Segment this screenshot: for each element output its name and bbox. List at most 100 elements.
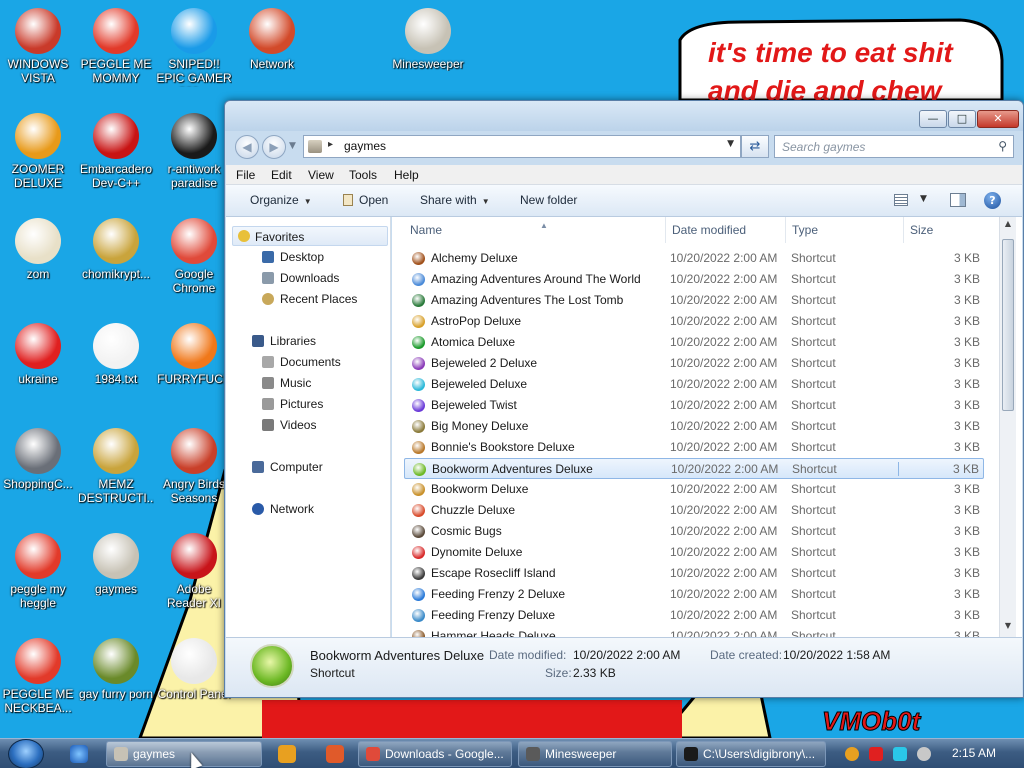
nav-music[interactable]: Music: [262, 373, 311, 393]
menu-view[interactable]: View: [308, 168, 334, 182]
desktop-icon-14[interactable]: ShoppingC...: [0, 428, 76, 491]
scrollbar-thumb[interactable]: [1002, 239, 1014, 411]
file-row[interactable]: Amazing Adventures The Lost Tomb 10/20/20…: [404, 290, 984, 311]
breadcrumb-gaymes[interactable]: gaymes: [344, 139, 386, 153]
nav-downloads[interactable]: Downloads: [262, 268, 339, 288]
vertical-scrollbar[interactable]: ▲ ▼: [999, 217, 1016, 637]
display-tray-icon[interactable]: [893, 747, 907, 761]
maximize-button[interactable]: □: [948, 110, 976, 128]
nav-computer[interactable]: Computer: [252, 457, 323, 477]
file-row[interactable]: Cosmic Bugs 10/20/2022 2:00 AM Shortcut 3 K…: [404, 521, 984, 542]
column-header-date-modified[interactable]: Date modified: [666, 217, 786, 243]
file-row[interactable]: AstroPop Deluxe 10/20/2022 2:00 AM Shortcu…: [404, 311, 984, 332]
file-row[interactable]: Hammer Heads Deluxe 10/20/2022 2:00 AM Sho…: [404, 626, 984, 637]
desktop-icon-12[interactable]: 1984.txt: [78, 323, 154, 386]
file-row[interactable]: Atomica Deluxe 10/20/2022 2:00 AM Shortcut…: [404, 332, 984, 353]
desktop-icon-0[interactable]: WINDOWS VISTA: [0, 8, 76, 85]
column-header-size[interactable]: Size: [904, 217, 984, 243]
file-row[interactable]: Big Money Deluxe 10/20/2022 2:00 AM Shortc…: [404, 416, 984, 437]
explorer-window[interactable]: — □ ✕ ◀ ▶ ▼ ▸ gaymes ▼ ⇄ Search gaymes ⚲…: [224, 100, 1024, 698]
desktop-icon-1[interactable]: PEGGLE ME MOMMY: [78, 8, 154, 85]
file-row[interactable]: Chuzzle Deluxe 10/20/2022 2:00 AM Shortcut…: [404, 500, 984, 521]
desktop-icon-4[interactable]: Minesweeper: [390, 8, 466, 71]
desktop-icon-22[interactable]: Control Panel: [156, 638, 232, 701]
breadcrumb-arrow-icon[interactable]: ▸: [328, 139, 333, 150]
start-button[interactable]: [8, 739, 44, 768]
taskbar-button[interactable]: Minesweeper: [518, 741, 672, 767]
forward-button[interactable]: ▶: [262, 135, 286, 159]
desktop-icon-7[interactable]: r-antiwork paradise: [156, 113, 232, 190]
taskbar-button[interactable]: gaymes: [106, 741, 262, 767]
menu-file[interactable]: File: [236, 168, 255, 182]
open-button[interactable]: Open: [343, 193, 388, 207]
nav-libraries[interactable]: Libraries: [252, 331, 316, 351]
file-row[interactable]: Amazing Adventures Around The World 10/20…: [404, 269, 984, 290]
search-tray-icon[interactable]: [845, 747, 859, 761]
desktop-icon-6[interactable]: Embarcadero Dev-C++: [78, 113, 154, 190]
scroll-up-icon[interactable]: ▲: [1002, 219, 1014, 231]
paint-icon[interactable]: [326, 745, 344, 763]
file-row[interactable]: Bejeweled Deluxe 10/20/2022 2:00 AM Shortc…: [404, 374, 984, 395]
search-input[interactable]: Search gaymes ⚲: [774, 135, 1014, 158]
desktop-icon-18[interactable]: gaymes: [78, 533, 154, 596]
taskbar-clock[interactable]: 2:15 AM: [952, 746, 996, 760]
address-bar[interactable]: ▸ gaymes ▼: [303, 135, 741, 158]
taskbar-button[interactable]: Downloads - Google...: [358, 741, 512, 767]
menu-help[interactable]: Help: [394, 168, 419, 182]
taskbar-button[interactable]: C:\Users\digibrony\...: [676, 741, 826, 767]
desktop-icon-16[interactable]: Angry Birds Seasons: [156, 428, 232, 505]
menu-tools[interactable]: Tools: [349, 168, 377, 182]
recent-pages-dropdown-icon[interactable]: ▼: [289, 141, 296, 151]
help-icon[interactable]: ?: [984, 192, 1001, 209]
file-row[interactable]: Bejeweled 2 Deluxe 10/20/2022 2:00 AM Shor…: [404, 353, 984, 374]
media-player-icon[interactable]: [278, 745, 296, 763]
close-button[interactable]: ✕: [977, 110, 1019, 128]
nav-network[interactable]: Network: [252, 499, 314, 519]
desktop-icon-15[interactable]: MEMZ DESTRUCTI...: [78, 428, 154, 505]
nav-videos[interactable]: Videos: [262, 415, 316, 435]
desktop-icon-8[interactable]: zom: [0, 218, 76, 281]
desktop-icon-10[interactable]: Google Chrome: [156, 218, 232, 295]
file-row[interactable]: Bejeweled Twist 10/20/2022 2:00 AM Shortcu…: [404, 395, 984, 416]
change-view-icon[interactable]: [894, 194, 908, 206]
preview-pane-icon[interactable]: [950, 193, 966, 207]
desktop-icon-20[interactable]: PEGGLE ME NECKBEA...: [0, 638, 76, 715]
column-header-type[interactable]: Type: [786, 217, 904, 243]
desktop-icon-11[interactable]: ukraine: [0, 323, 76, 386]
file-row[interactable]: Bookworm Adventures Deluxe 10/20/2022 2:0…: [404, 458, 984, 479]
file-row[interactable]: Escape Rosecliff Island 10/20/2022 2:00 A…: [404, 563, 984, 584]
address-dropdown-icon[interactable]: ▼: [727, 139, 734, 149]
flag-tray-icon[interactable]: [869, 747, 883, 761]
internet-explorer-icon[interactable]: [70, 745, 88, 763]
file-row[interactable]: Feeding Frenzy Deluxe 10/20/2022 2:00 AM S…: [404, 605, 984, 626]
share-with-button[interactable]: Share with ▼: [420, 193, 490, 207]
desktop-icon-13[interactable]: FURRYFUCK: [156, 323, 232, 386]
organize-button[interactable]: Organize ▼: [250, 193, 312, 207]
desktop-icon-5[interactable]: ZOOMER DELUXE: [0, 113, 76, 190]
scroll-down-icon[interactable]: ▼: [1002, 621, 1014, 633]
file-row[interactable]: Bookworm Deluxe 10/20/2022 2:00 AM Shortcu…: [404, 479, 984, 500]
nav-desktop[interactable]: Desktop: [262, 247, 324, 267]
view-dropdown-icon[interactable]: ▼: [920, 194, 927, 204]
nav-favorites[interactable]: Favorites: [232, 226, 388, 246]
nav-recent-places[interactable]: Recent Places: [262, 289, 357, 309]
search-icon[interactable]: ⚲: [998, 139, 1007, 153]
volume-tray-icon[interactable]: [917, 747, 931, 761]
file-row[interactable]: Alchemy Deluxe 10/20/2022 2:00 AM Shortcut…: [404, 248, 984, 269]
desktop-icon-17[interactable]: peggle my heggle: [0, 533, 76, 610]
minimize-button[interactable]: —: [919, 110, 947, 128]
file-row[interactable]: Bonnie's Bookstore Deluxe 10/20/2022 2:00…: [404, 437, 984, 458]
back-button[interactable]: ◀: [235, 135, 259, 159]
title-bar[interactable]: — □ ✕: [225, 101, 1023, 131]
nav-documents[interactable]: Documents: [262, 352, 341, 372]
refresh-icon[interactable]: ⇄: [741, 135, 769, 158]
file-row[interactable]: Dynomite Deluxe 10/20/2022 2:00 AM Shortcu…: [404, 542, 984, 563]
desktop-icon-19[interactable]: Adobe Reader XI: [156, 533, 232, 610]
file-row[interactable]: Feeding Frenzy 2 Deluxe 10/20/2022 2:00 A…: [404, 584, 984, 605]
desktop-icon-9[interactable]: chomikrypt...: [78, 218, 154, 281]
new-folder-button[interactable]: New folder: [520, 193, 577, 207]
menu-edit[interactable]: Edit: [271, 168, 292, 182]
desktop-icon-21[interactable]: gay furry porn: [78, 638, 154, 701]
nav-pictures[interactable]: Pictures: [262, 394, 323, 414]
desktop-icon-3[interactable]: Network: [234, 8, 310, 71]
